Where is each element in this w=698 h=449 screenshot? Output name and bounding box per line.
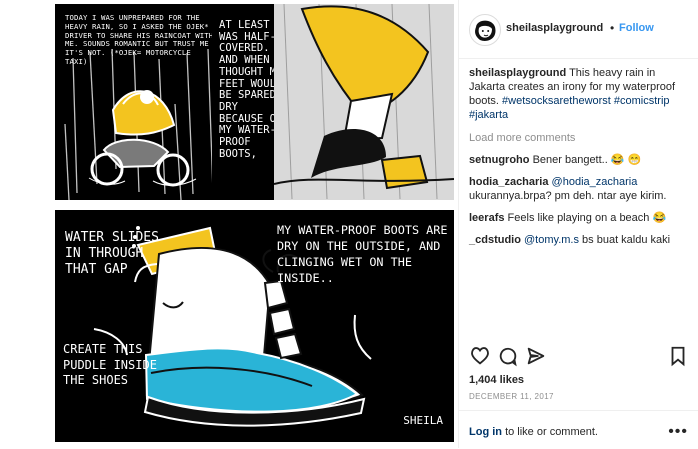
comment-mention[interactable]: @hodia_zacharia bbox=[552, 176, 638, 188]
comic-image: TODAY I WAS UNPREPARED FOR THE HEAVY RAI… bbox=[0, 0, 458, 448]
post-caption: sheilasplayground This heavy rain in Jak… bbox=[469, 66, 689, 122]
comment: leerafs Feels like playing on a beach 😂 bbox=[469, 211, 689, 225]
comment: _cdstudio @tomy.m.s bs buat kaldu kaki bbox=[469, 233, 689, 247]
panel-4-water-slides-text: WATER SLIDES IN THROUGH THAT GAP bbox=[65, 230, 159, 277]
comment-username[interactable]: leerafs bbox=[469, 212, 504, 224]
comment-text: bs buat kaldu kaki bbox=[582, 234, 671, 246]
artist-signature: SHEILA bbox=[403, 414, 443, 427]
comic-panel-rain: TODAY I WAS UNPREPARED FOR THE HEAVY RAI… bbox=[55, 4, 220, 200]
comments-list: sheilasplayground This heavy rain in Jak… bbox=[469, 66, 689, 255]
follow-button[interactable]: Follow bbox=[619, 22, 654, 34]
comment-text: ukurannya.brpa? pm deh. ntar aye kirim. bbox=[469, 190, 667, 202]
login-message: to like or comment. bbox=[505, 426, 598, 438]
load-more-comments[interactable]: Load more comments bbox=[469, 131, 689, 145]
panel-1-caption: TODAY I WAS UNPREPARED FOR THE HEAVY RAI… bbox=[65, 13, 214, 66]
post-sidebar: sheilasplayground • Follow sheilasplaygr… bbox=[458, 0, 698, 448]
post-header: sheilasplayground • Follow bbox=[459, 0, 698, 59]
more-options-icon[interactable]: ••• bbox=[668, 423, 688, 441]
comic-panel-boots bbox=[274, 4, 454, 200]
separator-dot: • bbox=[610, 21, 615, 35]
comic-panel-wet-boot: WATER SLIDES IN THROUGH THAT GAP CREATE … bbox=[55, 210, 454, 442]
caption-hashtags[interactable]: #wetsocksaretheworst #comicstrip #jakart… bbox=[469, 95, 670, 121]
bookmark-icon[interactable] bbox=[667, 345, 689, 367]
comment-icon[interactable] bbox=[497, 345, 519, 367]
comment-text: Bener bangett.. 😂 😁 bbox=[532, 154, 642, 166]
comment-mention[interactable]: @tomy.m.s bbox=[524, 234, 579, 246]
avatar[interactable] bbox=[469, 14, 501, 46]
panel-4-puddle-text: CREATE THIS PUDDLE INSIDE THE SHOES bbox=[63, 342, 157, 387]
avatar-face-icon bbox=[475, 20, 496, 41]
login-link[interactable]: Log in bbox=[469, 426, 502, 438]
post-actions bbox=[469, 345, 689, 371]
post-date: DECEMBER 11, 2017 bbox=[469, 392, 554, 401]
share-icon[interactable] bbox=[525, 345, 547, 367]
comment-text: Feels like playing on a beach 😂 bbox=[507, 212, 667, 224]
post-footer: Log in to like or comment. ••• bbox=[459, 410, 698, 449]
comment-username[interactable]: _cdstudio bbox=[469, 234, 521, 246]
likes-count[interactable]: 1,404 likes bbox=[469, 374, 524, 386]
instagram-post: TODAY I WAS UNPREPARED FOR THE HEAVY RAI… bbox=[0, 0, 698, 448]
comment-username[interactable]: hodia_zacharia bbox=[469, 176, 548, 188]
comment: setnugroho Bener bangett.. 😂 😁 bbox=[469, 153, 689, 167]
comment-username[interactable]: setnugroho bbox=[469, 154, 530, 166]
caption-username[interactable]: sheilasplayground bbox=[469, 67, 566, 79]
author-username[interactable]: sheilasplayground bbox=[506, 22, 603, 34]
comment: hodia_zacharia @hodia_zacharia ukurannya… bbox=[469, 175, 689, 203]
panel-4-dry-outside-text: MY WATER-PROOF BOOTS ARE DRY ON THE OUTS… bbox=[277, 223, 448, 285]
login-prompt: Log in to like or comment. bbox=[469, 426, 598, 438]
panel-3-art bbox=[274, 4, 454, 200]
heart-icon[interactable] bbox=[469, 345, 491, 367]
